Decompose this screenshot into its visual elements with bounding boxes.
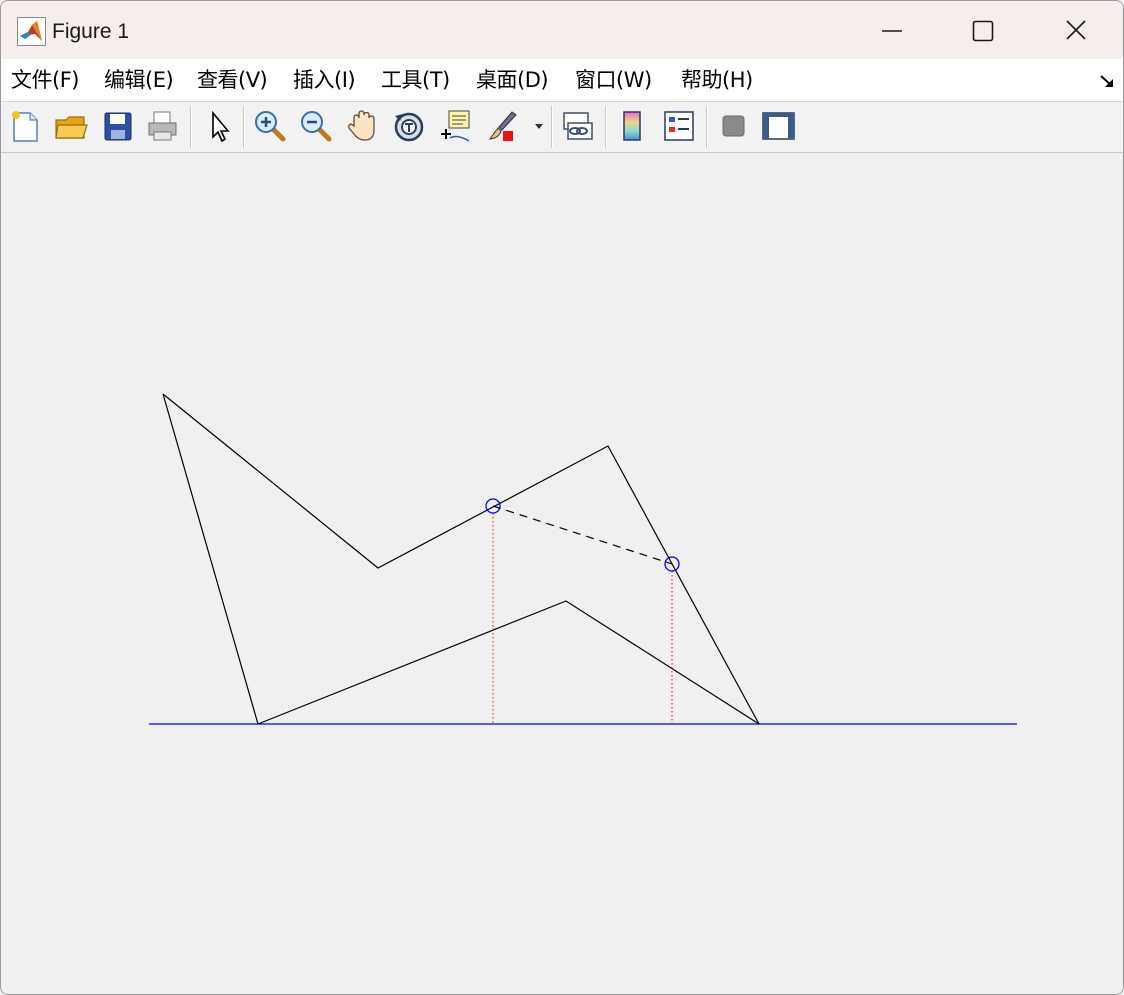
show-plot-tools-icon <box>762 112 795 140</box>
toolbar-separator <box>605 106 607 148</box>
show-plot-tools-button[interactable] <box>760 108 796 144</box>
maximize-icon <box>972 20 994 42</box>
link-plot-button[interactable] <box>560 108 596 144</box>
matlab-logo-icon <box>17 17 46 46</box>
close-icon <box>1066 20 1086 40</box>
hide-plot-tools-button[interactable] <box>715 108 751 144</box>
dock-arrow-icon[interactable] <box>1098 72 1116 90</box>
menu-help[interactable]: 帮助(H) <box>681 65 753 95</box>
edit-plot-button[interactable] <box>201 108 237 144</box>
print-icon <box>148 111 177 141</box>
figure-canvas[interactable] <box>1 153 1123 994</box>
colorbar-button[interactable] <box>615 108 651 144</box>
edit-plot-pointer-icon <box>212 110 230 143</box>
hide-plot-tools-icon <box>722 115 745 137</box>
brush-dropdown-button[interactable] <box>527 108 547 144</box>
colorbar-icon <box>623 111 641 141</box>
zoom-out-button[interactable] <box>298 108 334 144</box>
brush-icon <box>488 111 517 141</box>
menu-view[interactable]: 查看(V) <box>197 65 268 95</box>
print-button[interactable] <box>145 108 181 144</box>
window-title: Figure 1 <box>52 20 130 43</box>
new-figure-icon <box>12 111 38 142</box>
inner-polyline <box>257 600 760 725</box>
open-file-button[interactable] <box>53 108 89 144</box>
data-cursor-button[interactable] <box>437 108 473 144</box>
pan-button[interactable] <box>345 108 381 144</box>
menu-window[interactable]: 窗口(W) <box>575 65 652 95</box>
toolbar-separator <box>551 106 553 148</box>
zoom-in-button[interactable] <box>252 108 288 144</box>
left-edge-line <box>162 393 259 725</box>
zoom-out-icon <box>301 111 332 142</box>
brush-dropdown-icon <box>535 124 543 129</box>
minimize-button[interactable] <box>872 15 912 47</box>
toolbar-separator <box>190 106 192 148</box>
menu-insert[interactable]: 插入(I) <box>293 65 356 95</box>
plot-svg <box>149 393 1017 725</box>
pan-hand-icon <box>348 110 375 141</box>
brush-button[interactable] <box>485 108 521 144</box>
rotate-3d-button[interactable] <box>391 108 427 144</box>
data-cursor-icon <box>441 110 470 142</box>
outer-polyline <box>162 393 760 725</box>
save-icon <box>104 112 132 141</box>
save-button[interactable] <box>100 108 136 144</box>
maximize-button[interactable] <box>963 15 1003 47</box>
menu-bar: 文件(F) 编辑(E) 查看(V) 插入(I) 工具(T) 桌面(D) 窗口(W… <box>1 59 1123 102</box>
new-figure-button[interactable] <box>7 108 43 144</box>
minimize-icon <box>882 30 902 32</box>
menu-edit[interactable]: 编辑(E) <box>104 65 174 95</box>
rotate-3d-icon <box>394 112 424 142</box>
figure-toolbar <box>1 102 1123 153</box>
legend-icon <box>664 111 694 141</box>
toolbar-separator <box>706 106 708 148</box>
open-file-icon <box>55 116 88 139</box>
legend-button[interactable] <box>661 108 697 144</box>
menu-tools[interactable]: 工具(T) <box>381 65 450 95</box>
close-button[interactable] <box>1056 15 1096 47</box>
title-bar[interactable]: Figure 1 <box>1 1 1123 59</box>
zoom-in-icon <box>255 111 286 142</box>
toolbar-separator <box>243 106 245 148</box>
figure-window: Figure 1 文件(F) 编辑(E) 查看(V) 插入(I) 工具(T) 桌… <box>0 0 1124 995</box>
menu-desktop[interactable]: 桌面(D) <box>476 65 549 95</box>
link-plot-icon <box>563 112 593 140</box>
menu-file[interactable]: 文件(F) <box>11 65 79 95</box>
